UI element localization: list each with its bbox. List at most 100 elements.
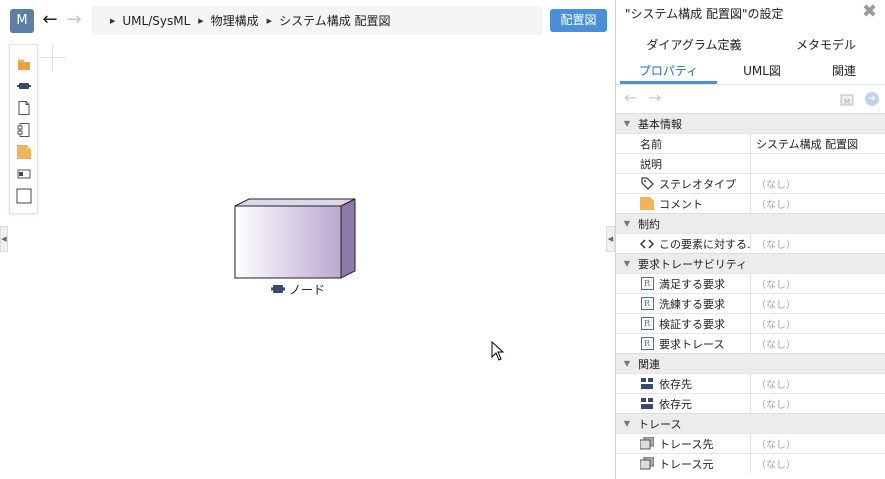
property-label-cell: R 要求トレース (616, 334, 751, 353)
requirement-icon: R (640, 277, 654, 291)
package-icon[interactable] (16, 56, 32, 72)
property-value[interactable]: （なし） (751, 314, 885, 333)
property-row[interactable]: ステレオタイプ （なし） (616, 173, 885, 193)
comment-icon (640, 197, 654, 211)
breadcrumb-separator-icon: ▶ (110, 16, 116, 25)
collapse-panel-handle[interactable]: ◀ (606, 226, 615, 252)
property-row[interactable]: 依存先 （なし） (616, 373, 885, 393)
property-label: 要求トレース (659, 337, 725, 351)
tag-icon (640, 177, 654, 191)
trace-icon (640, 457, 654, 471)
property-row[interactable]: 依存元 （なし） (616, 393, 885, 413)
breadcrumb-item-diagram[interactable]: システム構成 配置図 (279, 12, 390, 29)
frame-icon[interactable] (16, 188, 32, 204)
component-icon[interactable] (16, 122, 32, 138)
property-value[interactable]: （なし） (751, 174, 885, 193)
settings-panel: "システム構成 配置図"の設定 ✖ ダイアグラム定義 メタモデル プロパティ U… (615, 0, 885, 479)
property-value[interactable]: （なし） (751, 194, 885, 213)
svg-text:M: M (844, 98, 850, 106)
breadcrumb-item-physical[interactable]: 物理構成 (211, 12, 259, 29)
property-label-cell: トレース元 (616, 454, 751, 473)
port-icon[interactable] (16, 166, 32, 182)
property-value[interactable]: （なし） (751, 374, 885, 393)
comment-icon[interactable] (16, 144, 32, 160)
collapse-triangle-icon[interactable]: ▼ (616, 419, 638, 428)
history-back-icon[interactable]: ← (624, 88, 637, 107)
tabs-divider (616, 84, 885, 85)
property-value[interactable]: （なし） (751, 234, 885, 253)
property-label: 名前 (640, 137, 662, 151)
property-value[interactable] (751, 154, 885, 173)
artifact-icon[interactable] (16, 100, 32, 116)
section-title: 関連 (638, 357, 660, 371)
tab-uml-diagram[interactable]: UML図 (728, 62, 796, 80)
property-value[interactable]: （なし） (751, 274, 885, 293)
property-value[interactable]: （なし） (751, 454, 885, 473)
tab-diagram-definition[interactable]: ダイアグラム定義 (642, 36, 746, 54)
property-label-cell: この要素に対する… (616, 234, 751, 253)
property-row[interactable]: この要素に対する… （なし） (616, 233, 885, 253)
property-label-cell: R 洗練する要求 (616, 294, 751, 313)
section-header[interactable]: ▼ 制約 (616, 213, 885, 233)
origin-crosshair (52, 45, 53, 71)
section-header[interactable]: ▼ 基本情報 (616, 113, 885, 133)
property-value[interactable]: システム構成 配置図 (751, 134, 885, 153)
property-row[interactable]: トレース元 （なし） (616, 453, 885, 473)
property-value[interactable]: （なし） (751, 394, 885, 413)
property-label: トレース先 (659, 437, 714, 451)
history-forward-icon[interactable]: → (648, 88, 661, 107)
breadcrumb-separator-icon: ▶ (266, 16, 273, 25)
deployment-node[interactable] (234, 198, 356, 280)
navigate-icon[interactable]: ➜ (865, 92, 879, 106)
back-arrow-icon[interactable]: ← (40, 8, 60, 32)
collapse-triangle-icon[interactable]: ▼ (616, 259, 638, 268)
property-label: コメント (659, 197, 703, 211)
model-badge[interactable]: M (10, 9, 34, 33)
tab-relations[interactable]: 関連 (812, 62, 876, 80)
section-header[interactable]: ▼ トレース (616, 413, 885, 433)
section-title: トレース (638, 417, 682, 431)
node-label: ノード (271, 281, 325, 297)
section-header[interactable]: ▼ 関連 (616, 353, 885, 373)
property-label: この要素に対する… (659, 237, 751, 251)
property-value[interactable]: （なし） (751, 294, 885, 313)
open-model-icon[interactable]: M (840, 92, 854, 106)
property-label: 洗練する要求 (659, 297, 725, 311)
trace-icon (640, 437, 654, 451)
property-row[interactable]: R 洗練する要求 （なし） (616, 293, 885, 313)
tab-properties[interactable]: プロパティ (620, 62, 717, 80)
property-label-cell: 名前 (616, 134, 751, 153)
collapse-triangle-icon[interactable]: ▼ (616, 359, 638, 368)
section-title: 基本情報 (638, 117, 682, 131)
panel-title: "システム構成 配置図"の設定 (625, 7, 784, 21)
requirement-icon: R (640, 317, 654, 331)
collapse-triangle-icon[interactable]: ▼ (616, 119, 638, 128)
property-label-cell: R 検証する要求 (616, 314, 751, 333)
property-value[interactable]: （なし） (751, 434, 885, 453)
property-label-cell: R 満足する要求 (616, 274, 751, 293)
property-row[interactable]: トレース先 （なし） (616, 433, 885, 453)
forward-arrow-icon[interactable]: → (64, 8, 84, 32)
breadcrumb-separator-icon: ▶ (198, 16, 204, 25)
property-label: 説明 (640, 157, 662, 171)
node-icon[interactable] (16, 78, 32, 94)
property-label-cell: 依存先 (616, 374, 751, 393)
property-value[interactable]: （なし） (751, 334, 885, 353)
tab-metamodel[interactable]: メタモデル (786, 36, 866, 54)
collapse-left-handle[interactable]: ◀ (0, 226, 8, 252)
dependency-icon (640, 377, 654, 391)
collapse-triangle-icon[interactable]: ▼ (616, 219, 638, 228)
property-row[interactable]: R 要求トレース （なし） (616, 333, 885, 353)
close-icon[interactable]: ✖ (862, 2, 877, 22)
property-row[interactable]: R 検証する要求 （なし） (616, 313, 885, 333)
property-row[interactable]: 説明 (616, 153, 885, 173)
section-header[interactable]: ▼ 要求トレーサビリティ (616, 253, 885, 273)
property-row[interactable]: コメント （なし） (616, 193, 885, 213)
property-label: 満足する要求 (659, 277, 725, 291)
property-row[interactable]: 名前 システム構成 配置図 (616, 133, 885, 153)
diagram-type-button[interactable]: 配置図 (550, 9, 607, 32)
breadcrumb-item-uml-sysml[interactable]: UML/SysML (122, 14, 190, 28)
node-name[interactable]: ノード (289, 281, 325, 298)
requirement-icon: R (640, 297, 654, 311)
property-row[interactable]: R 満足する要求 （なし） (616, 273, 885, 293)
